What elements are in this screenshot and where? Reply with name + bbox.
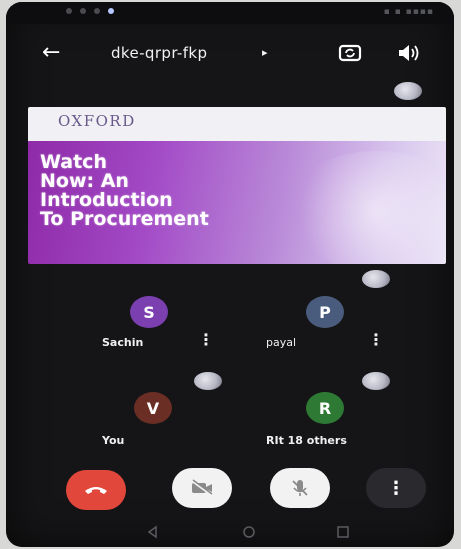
more-vertical-icon[interactable]: ⋮	[198, 332, 214, 348]
nav-home-icon[interactable]	[242, 525, 256, 539]
phone-screen: ▪ ▪ ▪▪▪▪ ← dke-qrpr-fkp ▸ OXFORD Watch N…	[6, 2, 454, 547]
participant-tile-others[interactable]: R RIt 18 others	[254, 380, 402, 468]
meeting-info-caret-icon[interactable]: ▸	[262, 46, 268, 59]
mic-off-icon	[292, 480, 308, 496]
participant-tile-sachin[interactable]: S Sachin ⋮	[86, 284, 234, 372]
camera-toggle-button[interactable]	[172, 468, 232, 508]
participant-name: payal	[266, 336, 297, 349]
self-view-thumbnail[interactable]	[394, 82, 422, 100]
avatar: V	[134, 392, 172, 424]
participant-name: RIt 18 others	[266, 434, 347, 447]
camera-off-icon	[191, 479, 213, 496]
participant-name: You	[102, 434, 125, 447]
more-vertical-icon[interactable]: ⋮	[368, 332, 384, 348]
presentation-header: OXFORD	[28, 107, 446, 141]
status-right-icons: ▪ ▪ ▪▪▪▪	[383, 7, 434, 17]
end-call-icon	[85, 487, 107, 494]
mic-toggle-button[interactable]	[270, 468, 330, 508]
end-call-button[interactable]	[66, 470, 126, 510]
switch-camera-icon[interactable]	[336, 40, 364, 66]
more-options-button[interactable]: ⋮	[366, 468, 426, 508]
nav-back-icon[interactable]	[146, 525, 160, 539]
avatar: R	[306, 392, 344, 424]
back-arrow-icon[interactable]: ←	[42, 42, 60, 64]
status-bar: ▪ ▪ ▪▪▪▪	[6, 2, 454, 24]
presentation-tile[interactable]: OXFORD Watch Now: An Introduction To Pro…	[28, 107, 446, 264]
speaker-icon[interactable]	[394, 40, 422, 66]
nav-recent-apps-icon[interactable]	[336, 525, 350, 539]
meeting-code[interactable]: dke-qrpr-fkp	[111, 44, 207, 62]
avatar: P	[306, 296, 344, 328]
participant-name: Sachin	[102, 336, 144, 349]
system-navigation-bar	[6, 519, 454, 547]
presentation-body: Watch Now: An Introduction To Procuremen…	[28, 141, 446, 264]
avatar: S	[130, 296, 168, 328]
oxford-logo: OXFORD	[58, 112, 136, 130]
presentation-title: Watch Now: An Introduction To Procuremen…	[40, 151, 209, 230]
status-icons	[66, 8, 114, 14]
participant-tile-payal[interactable]: P payal ⋮	[254, 284, 402, 372]
call-header: ← dke-qrpr-fkp ▸	[6, 32, 454, 76]
more-vertical-icon: ⋮	[387, 477, 405, 499]
participant-tile-you[interactable]: V You	[86, 380, 234, 468]
